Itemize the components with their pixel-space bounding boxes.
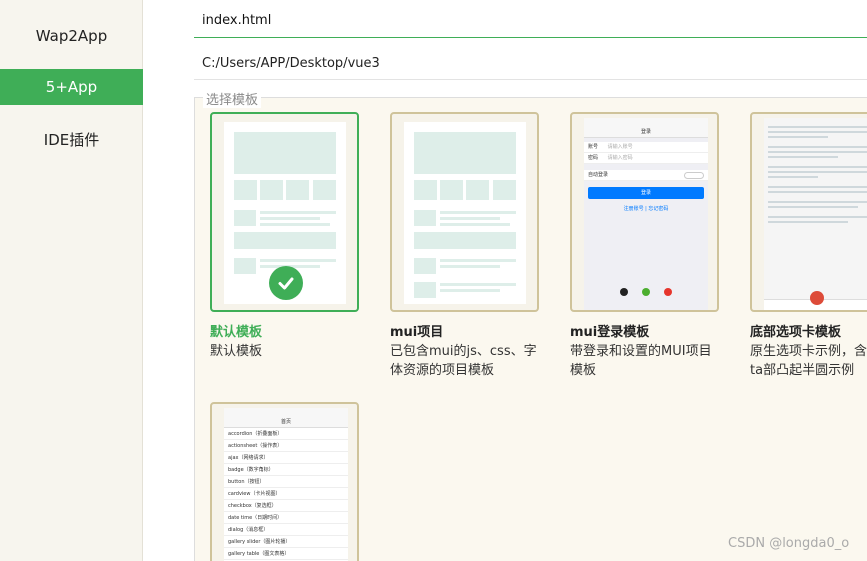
auto-login-label: 自动登录 bbox=[588, 172, 609, 178]
list-item: checkbox（复选框） bbox=[224, 500, 348, 512]
list-title: 首页 bbox=[224, 416, 348, 428]
toggle-switch bbox=[684, 172, 704, 179]
login-account-placeholder: 请输入账号 bbox=[607, 144, 633, 150]
list-items: accordion（折叠面板） actionsheet（操作表） ajax（网络请求… bbox=[224, 428, 348, 560]
template-desc: 原生选项卡示例，含ta部凸起半圆示例 bbox=[750, 344, 867, 378]
login-links: 注册账号 | 忘记密码 bbox=[623, 206, 669, 212]
template-legend: 选择模板 bbox=[203, 89, 262, 108]
template-card-mui[interactable] bbox=[390, 112, 539, 312]
login-password-placeholder: 请输入密码 bbox=[607, 155, 633, 161]
list-item: gallery slider（图片轮播） bbox=[224, 536, 348, 548]
template-title: mui登录模板 bbox=[570, 325, 650, 340]
list-item: date time（日期时间） bbox=[224, 512, 348, 524]
template-desc: 带登录和设置的MUI项目模板 bbox=[570, 344, 712, 378]
template-desc: 已包含mui的js、css、字体资源的项目模板 bbox=[390, 344, 537, 378]
template-title: 底部选项卡模板 bbox=[750, 325, 842, 340]
login-account-label: 账号 bbox=[588, 144, 599, 150]
login-title: 登录 bbox=[584, 126, 708, 138]
list-preview: 首页 accordion（折叠面板） actionsheet（操作表） ajax（网… bbox=[224, 408, 348, 561]
sidebar-item-wap2app[interactable]: Wap2App bbox=[0, 18, 143, 54]
template-preview bbox=[404, 122, 526, 304]
template-card-bottom-tab[interactable] bbox=[750, 112, 867, 312]
sidebar-item-5plusapp[interactable]: 5+App bbox=[0, 69, 143, 105]
template-title: 默认模板 bbox=[210, 325, 263, 340]
project-path-input[interactable] bbox=[194, 48, 867, 80]
login-button: 登录 bbox=[588, 187, 704, 199]
template-title: mui项目 bbox=[390, 325, 444, 340]
weibo-icon bbox=[664, 288, 672, 296]
project-name-input[interactable] bbox=[194, 4, 867, 38]
main-panel: 选择模板 默认模板 默认模板 bbox=[143, 0, 867, 561]
login-preview: 登录 账号 请输入账号 密码 请输入密码 自动登录 登录 注册账号 | 忘记密码 bbox=[584, 118, 708, 310]
login-password-label: 密码 bbox=[588, 155, 599, 161]
list-item: dialog（消息框） bbox=[224, 524, 348, 536]
center-tab-icon bbox=[810, 291, 824, 305]
list-item: button（按钮） bbox=[224, 476, 348, 488]
list-item: gallery table（图文表格） bbox=[224, 548, 348, 560]
selected-check-icon bbox=[269, 266, 303, 300]
sidebar-item-ide-plugin[interactable]: IDE插件 bbox=[0, 121, 143, 157]
list-item: actionsheet（操作表） bbox=[224, 440, 348, 452]
list-item: cardview（卡片视图） bbox=[224, 488, 348, 500]
tab-preview bbox=[764, 118, 867, 310]
list-item: accordion（折叠面板） bbox=[224, 428, 348, 440]
template-card-default[interactable] bbox=[210, 112, 359, 312]
wechat-icon bbox=[642, 288, 650, 296]
list-item: ajax（网络请求） bbox=[224, 452, 348, 464]
template-card-mui-login[interactable]: 登录 账号 请输入账号 密码 请输入密码 自动登录 登录 注册账号 | 忘记密码 bbox=[570, 112, 719, 312]
watermark: CSDN @longda0_o bbox=[728, 536, 850, 551]
sidebar: Wap2App 5+App IDE插件 bbox=[0, 0, 143, 561]
qq-icon bbox=[620, 288, 628, 296]
template-card-list[interactable]: 首页 accordion（折叠面板） actionsheet（操作表） ajax（网… bbox=[210, 402, 359, 561]
list-item: badge（数字角标） bbox=[224, 464, 348, 476]
template-desc: 默认模板 bbox=[210, 344, 263, 359]
